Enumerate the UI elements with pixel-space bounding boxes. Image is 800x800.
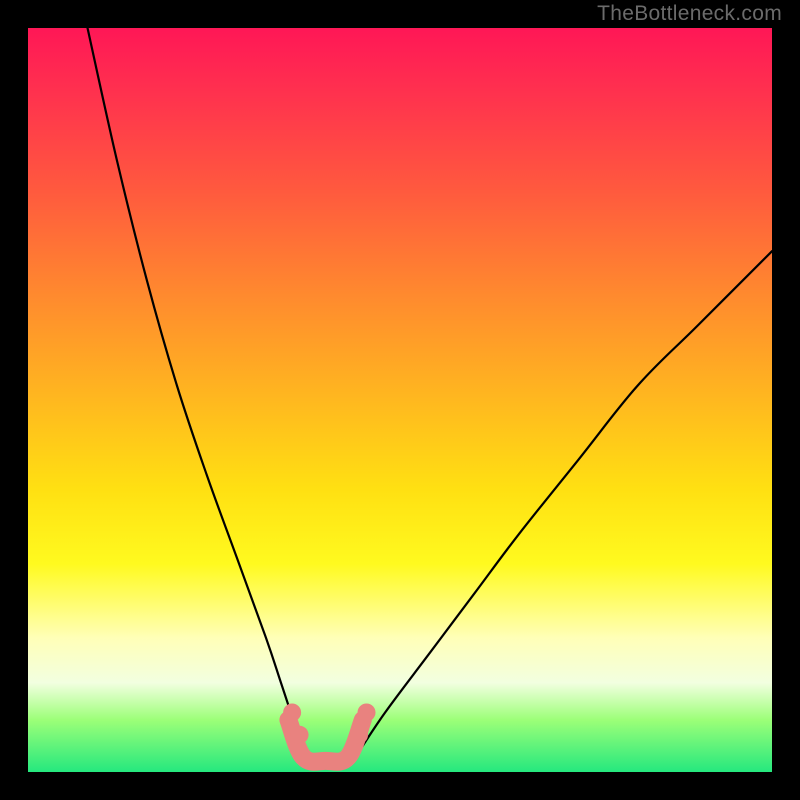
band-cap <box>283 703 301 721</box>
left-curve <box>88 28 307 757</box>
band-cap <box>350 726 368 744</box>
chart-frame: TheBottleneck.com <box>0 0 800 800</box>
plot-area <box>28 28 772 772</box>
band-cap <box>291 726 309 744</box>
curve-layer <box>28 28 772 772</box>
band-cap <box>358 703 376 721</box>
watermark-label: TheBottleneck.com <box>597 2 782 26</box>
right-curve <box>355 251 772 757</box>
